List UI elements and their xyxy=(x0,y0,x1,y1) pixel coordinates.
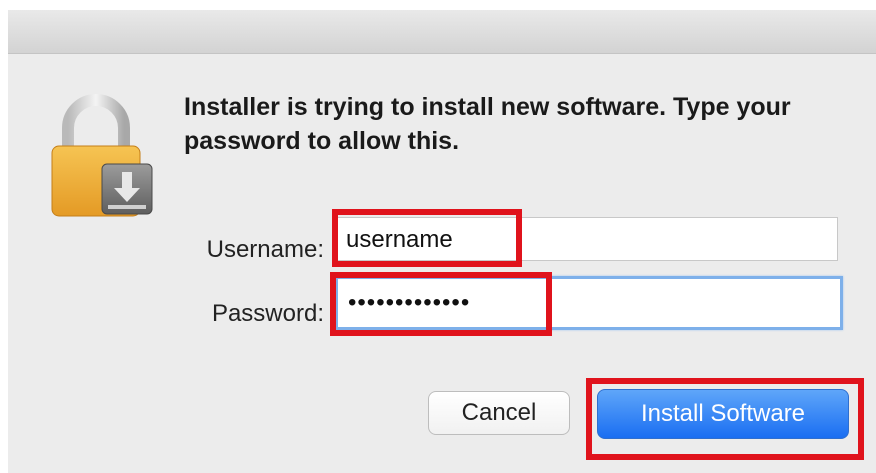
username-field[interactable]: username xyxy=(335,217,838,261)
padlock-installer-icon xyxy=(51,94,153,217)
password-value: ••••••••••••• xyxy=(348,289,471,316)
dialog-titlebar xyxy=(8,10,876,54)
username-label: Username: xyxy=(206,236,324,263)
cancel-button[interactable]: Cancel xyxy=(428,391,570,435)
username-value: username xyxy=(346,226,453,253)
password-field[interactable]: ••••••••••••• xyxy=(335,276,843,330)
dialog-message: Installer is trying to install new softw… xyxy=(184,93,791,155)
password-label: Password: xyxy=(211,300,324,327)
install-software-button[interactable]: Install Software xyxy=(597,389,849,439)
